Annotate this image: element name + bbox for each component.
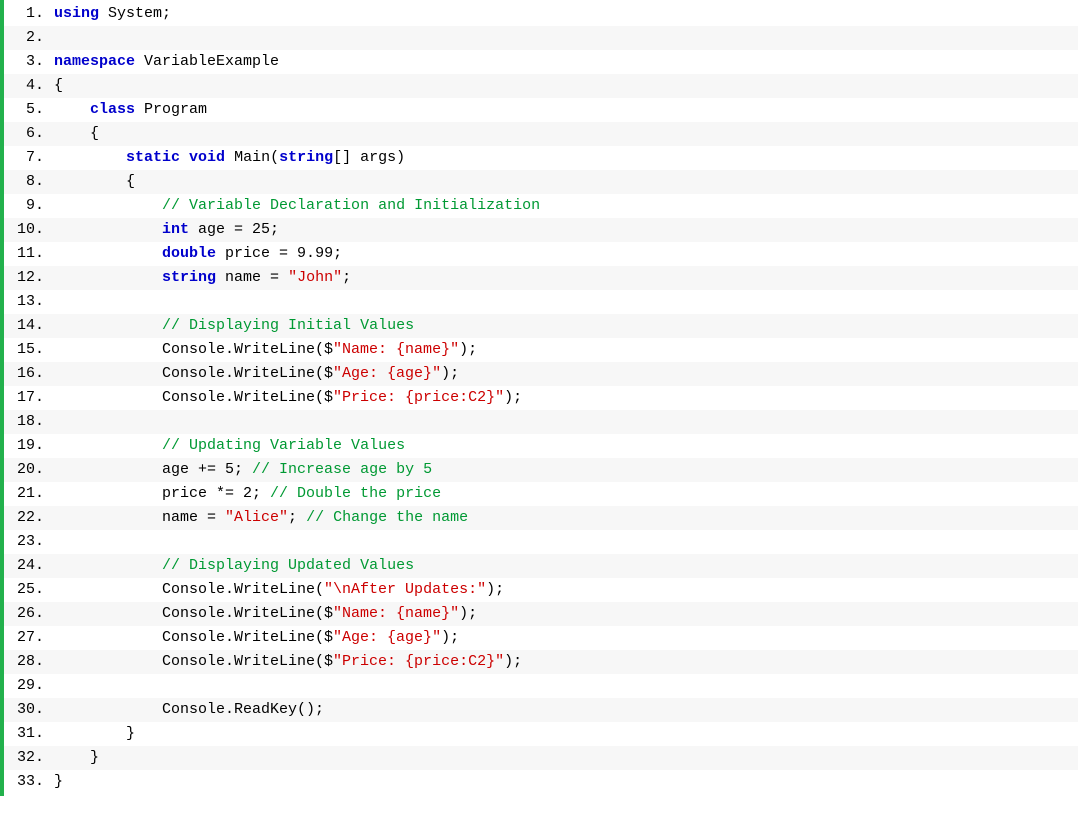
code-line: 28. Console.WriteLine($"Price: {price:C2… <box>4 650 1078 674</box>
line-number: 31. <box>4 722 54 746</box>
code-line: 7. static void Main(string[] args) <box>4 146 1078 170</box>
line-number: 20. <box>4 458 54 482</box>
line-number: 24. <box>4 554 54 578</box>
code-line: 2. <box>4 26 1078 50</box>
code-content: Console.WriteLine($"Price: {price:C2}"); <box>54 650 1078 674</box>
line-number: 6. <box>4 122 54 146</box>
code-line: 11. double price = 9.99; <box>4 242 1078 266</box>
code-content: Console.WriteLine($"Name: {name}"); <box>54 602 1078 626</box>
code-content: age += 5; // Increase age by 5 <box>54 458 1078 482</box>
code-content: price *= 2; // Double the price <box>54 482 1078 506</box>
code-line: 27. Console.WriteLine($"Age: {age}"); <box>4 626 1078 650</box>
code-line: 16. Console.WriteLine($"Age: {age}"); <box>4 362 1078 386</box>
code-content: name = "Alice"; // Change the name <box>54 506 1078 530</box>
code-line: 25. Console.WriteLine("\nAfter Updates:"… <box>4 578 1078 602</box>
line-number: 12. <box>4 266 54 290</box>
code-content: static void Main(string[] args) <box>54 146 1078 170</box>
line-number: 28. <box>4 650 54 674</box>
line-number: 1. <box>4 2 54 26</box>
line-number: 32. <box>4 746 54 770</box>
line-number: 3. <box>4 50 54 74</box>
code-content: { <box>54 122 1078 146</box>
code-line: 5. class Program <box>4 98 1078 122</box>
code-content: } <box>54 722 1078 746</box>
code-content: // Variable Declaration and Initializati… <box>54 194 1078 218</box>
code-line: 4.{ <box>4 74 1078 98</box>
line-number: 19. <box>4 434 54 458</box>
code-line: 15. Console.WriteLine($"Name: {name}"); <box>4 338 1078 362</box>
code-content: // Updating Variable Values <box>54 434 1078 458</box>
code-line: 33.} <box>4 770 1078 794</box>
code-line: 23. <box>4 530 1078 554</box>
code-content: { <box>54 170 1078 194</box>
code-line: 22. name = "Alice"; // Change the name <box>4 506 1078 530</box>
code-line: 26. Console.WriteLine($"Name: {name}"); <box>4 602 1078 626</box>
code-content: Console.WriteLine($"Price: {price:C2}"); <box>54 386 1078 410</box>
line-number: 30. <box>4 698 54 722</box>
line-number: 13. <box>4 290 54 314</box>
code-line: 12. string name = "John"; <box>4 266 1078 290</box>
line-number: 2. <box>4 26 54 50</box>
code-line: 9. // Variable Declaration and Initializ… <box>4 194 1078 218</box>
code-content: Console.WriteLine("\nAfter Updates:"); <box>54 578 1078 602</box>
code-line: 24. // Displaying Updated Values <box>4 554 1078 578</box>
line-number: 5. <box>4 98 54 122</box>
line-number: 17. <box>4 386 54 410</box>
line-number: 16. <box>4 362 54 386</box>
line-number: 7. <box>4 146 54 170</box>
code-content: Console.ReadKey(); <box>54 698 1078 722</box>
code-content: { <box>54 74 1078 98</box>
code-line: 18. <box>4 410 1078 434</box>
line-number: 25. <box>4 578 54 602</box>
line-number: 18. <box>4 410 54 434</box>
code-content: // Displaying Initial Values <box>54 314 1078 338</box>
code-content: } <box>54 770 1078 794</box>
code-content: class Program <box>54 98 1078 122</box>
code-line: 14. // Displaying Initial Values <box>4 314 1078 338</box>
code-line: 6. { <box>4 122 1078 146</box>
code-content: double price = 9.99; <box>54 242 1078 266</box>
line-number: 22. <box>4 506 54 530</box>
code-line: 19. // Updating Variable Values <box>4 434 1078 458</box>
code-line: 32. } <box>4 746 1078 770</box>
code-content: namespace VariableExample <box>54 50 1078 74</box>
line-number: 8. <box>4 170 54 194</box>
code-line: 30. Console.ReadKey(); <box>4 698 1078 722</box>
code-line: 3.namespace VariableExample <box>4 50 1078 74</box>
code-line: 17. Console.WriteLine($"Price: {price:C2… <box>4 386 1078 410</box>
code-line: 1.using System; <box>4 2 1078 26</box>
line-number: 9. <box>4 194 54 218</box>
code-content: Console.WriteLine($"Age: {age}"); <box>54 362 1078 386</box>
line-number: 33. <box>4 770 54 794</box>
line-number: 26. <box>4 602 54 626</box>
code-content: int age = 25; <box>54 218 1078 242</box>
code-content: // Displaying Updated Values <box>54 554 1078 578</box>
line-number: 27. <box>4 626 54 650</box>
code-content: Console.WriteLine($"Age: {age}"); <box>54 626 1078 650</box>
code-line: 8. { <box>4 170 1078 194</box>
line-number: 10. <box>4 218 54 242</box>
line-number: 4. <box>4 74 54 98</box>
code-line: 29. <box>4 674 1078 698</box>
code-line: 13. <box>4 290 1078 314</box>
code-line: 21. price *= 2; // Double the price <box>4 482 1078 506</box>
line-number: 21. <box>4 482 54 506</box>
code-content: string name = "John"; <box>54 266 1078 290</box>
line-number: 23. <box>4 530 54 554</box>
code-content: } <box>54 746 1078 770</box>
code-block: 1.using System;2.3.namespace VariableExa… <box>0 0 1078 796</box>
line-number: 11. <box>4 242 54 266</box>
line-number: 14. <box>4 314 54 338</box>
code-line: 31. } <box>4 722 1078 746</box>
code-line: 10. int age = 25; <box>4 218 1078 242</box>
code-content: using System; <box>54 2 1078 26</box>
code-line: 20. age += 5; // Increase age by 5 <box>4 458 1078 482</box>
code-content: Console.WriteLine($"Name: {name}"); <box>54 338 1078 362</box>
line-number: 15. <box>4 338 54 362</box>
line-number: 29. <box>4 674 54 698</box>
